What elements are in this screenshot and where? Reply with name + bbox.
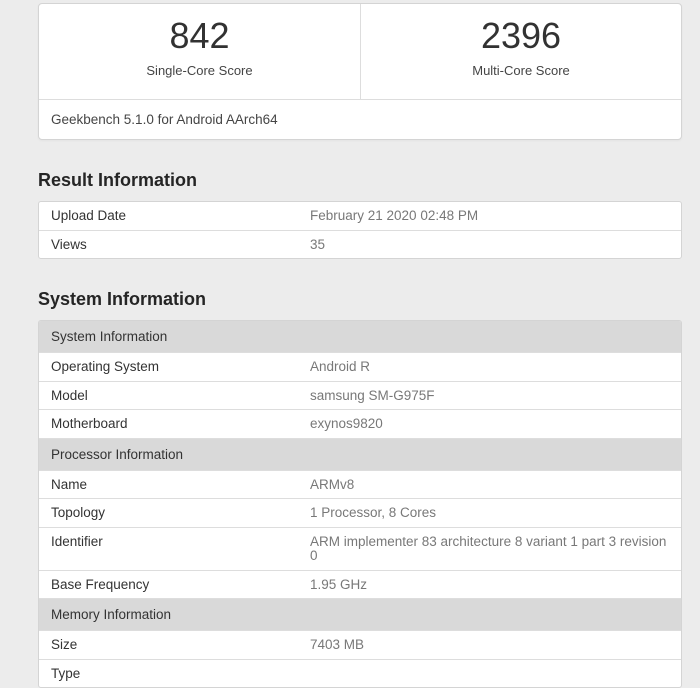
geekbench-result-page: 842 Single-Core Score 2396 Multi-Core Sc… [38, 3, 682, 688]
table-row: Topology1 Processor, 8 Cores [39, 498, 681, 527]
table-row: Base Frequency1.95 GHz [39, 570, 681, 599]
row-label: Base Frequency [51, 578, 310, 593]
row-label: Views [51, 238, 310, 253]
score-summary: 842 Single-Core Score 2396 Multi-Core Sc… [39, 4, 681, 99]
row-label: Upload Date [51, 209, 310, 224]
row-label: Name [51, 478, 310, 493]
row-value: February 21 2020 02:48 PM [310, 209, 669, 224]
row-label: Motherboard [51, 417, 310, 432]
single-core-score-label: Single-Core Score [39, 63, 360, 78]
multi-core-score: 2396 Multi-Core Score [360, 4, 681, 99]
row-value: 1.95 GHz [310, 578, 669, 593]
system-information-heading: System Information [38, 289, 682, 310]
table-row: Operating SystemAndroid R [39, 352, 681, 381]
multi-core-score-value: 2396 [361, 15, 681, 57]
score-card: 842 Single-Core Score 2396 Multi-Core Sc… [38, 3, 682, 140]
table-row: NameARMv8 [39, 470, 681, 499]
table-row: Upload DateFebruary 21 2020 02:48 PM [39, 202, 681, 230]
row-value: samsung SM-G975F [310, 389, 669, 404]
table-row: IdentifierARM implementer 83 architectur… [39, 527, 681, 570]
table-row: Size7403 MB [39, 630, 681, 659]
table-row: Views35 [39, 230, 681, 259]
row-value: 7403 MB [310, 638, 669, 653]
single-core-score-value: 842 [39, 15, 360, 57]
row-label: Size [51, 638, 310, 653]
table-section-header: Memory Information [39, 598, 681, 630]
row-label: Topology [51, 506, 310, 521]
row-label: Identifier [51, 535, 310, 564]
row-value [310, 667, 669, 682]
geekbench-version-bar: Geekbench 5.1.0 for Android AArch64 [39, 99, 681, 139]
row-value: ARMv8 [310, 478, 669, 493]
table-row: Type [39, 659, 681, 688]
table-row: Motherboardexynos9820 [39, 409, 681, 438]
table-row: Modelsamsung SM-G975F [39, 381, 681, 410]
row-value: Android R [310, 360, 669, 375]
table-section-header: System Information [39, 321, 681, 352]
row-value: 1 Processor, 8 Cores [310, 506, 669, 521]
row-label: Model [51, 389, 310, 404]
row-label: Type [51, 667, 310, 682]
result-information-heading: Result Information [38, 170, 682, 191]
row-value: 35 [310, 238, 669, 253]
row-value: exynos9820 [310, 417, 669, 432]
row-value: ARM implementer 83 architecture 8 varian… [310, 535, 669, 564]
system-information-table: System InformationOperating SystemAndroi… [38, 320, 682, 688]
row-label: Operating System [51, 360, 310, 375]
table-section-header: Processor Information [39, 438, 681, 470]
result-information-table: Upload DateFebruary 21 2020 02:48 PMView… [38, 201, 682, 259]
multi-core-score-label: Multi-Core Score [361, 63, 681, 78]
single-core-score: 842 Single-Core Score [39, 4, 360, 99]
